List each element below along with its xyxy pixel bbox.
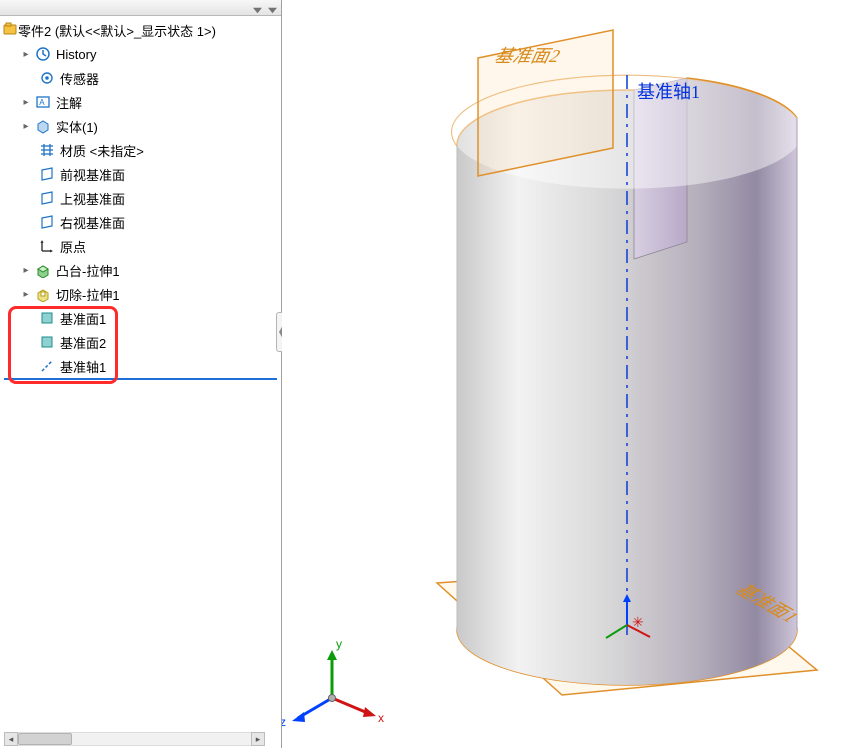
triad-z-label: z <box>282 715 286 729</box>
boss-extrude-icon <box>34 261 52 279</box>
tree-item-sensors[interactable]: 传感器 <box>0 66 281 90</box>
expander-icon[interactable]: ▸ <box>20 288 32 300</box>
viewport-svg: ✳ y x z <box>282 0 864 748</box>
tree-insertion-bar[interactable] <box>4 378 277 380</box>
origin-icon <box>38 237 56 255</box>
tree-item-label: 材质 <未指定> <box>60 141 144 160</box>
tree-part-root[interactable]: 零件2 (默认<<默认>_显示状态 1>) <box>0 18 281 42</box>
expander-placeholder <box>24 144 36 156</box>
datum-axis-icon <box>38 357 56 375</box>
history-icon <box>34 45 52 63</box>
part-icon <box>2 21 18 40</box>
cut-extrude-icon <box>34 285 52 303</box>
part-name-label: 零件2 (默认<<默认>_显示状态 1>) <box>18 21 216 40</box>
expander-icon[interactable]: ▸ <box>20 96 32 108</box>
tree-item-solid-bodies[interactable]: ▸ 实体(1) <box>0 114 281 138</box>
annotation-icon: A <box>34 93 52 111</box>
expander-placeholder <box>24 216 36 228</box>
svg-text:✳: ✳ <box>632 614 644 630</box>
scroll-right-button[interactable]: ▸ <box>251 732 265 746</box>
tree-item-datum-plane1[interactable]: 基准面1 <box>0 306 281 330</box>
tree-item-label: 传感器 <box>60 69 99 88</box>
expander-placeholder <box>24 360 36 372</box>
plane-icon <box>38 213 56 231</box>
dropdown-icon[interactable] <box>268 3 277 12</box>
tree-item-label: 前视基准面 <box>60 165 125 184</box>
tree-item-boss-extrude[interactable]: ▸ 凸台-拉伸1 <box>0 258 281 282</box>
tree-item-label: History <box>56 47 96 62</box>
tree-item-label: 原点 <box>60 237 86 256</box>
triad-x-label: x <box>378 711 384 725</box>
plane-icon <box>38 189 56 207</box>
tree-item-label: 切除-拉伸1 <box>56 285 120 304</box>
tree-item-label: 上视基准面 <box>60 189 125 208</box>
tree-item-label: 注解 <box>56 93 82 112</box>
datum-axis1-label[interactable]: 基准轴1 <box>637 78 700 104</box>
expander-placeholder <box>24 72 36 84</box>
triad-y-label: y <box>336 637 342 651</box>
tree-item-datum-axis1[interactable]: 基准轴1 <box>0 354 281 378</box>
plane-icon <box>38 165 56 183</box>
expander-placeholder <box>24 168 36 180</box>
feature-tree-panel: 零件2 (默认<<默认>_显示状态 1>) ▸ History 传感器 <box>0 0 282 748</box>
scroll-thumb[interactable] <box>18 733 72 745</box>
expander-placeholder <box>24 312 36 324</box>
tree-item-annotations[interactable]: ▸ A 注解 <box>0 90 281 114</box>
sensor-icon <box>38 69 56 87</box>
tree-toolbar <box>0 0 281 16</box>
tree-item-cut-extrude[interactable]: ▸ 切除-拉伸1 <box>0 282 281 306</box>
expander-placeholder <box>24 192 36 204</box>
horizontal-scrollbar[interactable]: ◂ ▸ <box>4 732 265 746</box>
tree-item-top-plane[interactable]: 上视基准面 <box>0 186 281 210</box>
tree-item-origin[interactable]: 原点 <box>0 234 281 258</box>
svg-text:A: A <box>39 98 45 107</box>
tree-item-datum-plane2[interactable]: 基准面2 <box>0 330 281 354</box>
expander-icon[interactable]: ▸ <box>20 264 32 276</box>
material-icon <box>38 141 56 159</box>
tree-item-history[interactable]: ▸ History <box>0 42 281 66</box>
expander-placeholder <box>24 336 36 348</box>
datum-plane2-label[interactable]: 基准面2 <box>491 42 566 68</box>
scroll-track[interactable] <box>18 732 251 746</box>
global-triad: y x z <box>282 637 384 729</box>
expander-icon[interactable]: ▸ <box>20 120 32 132</box>
graphics-viewport[interactable]: ✳ y x z 基准面2 基准轴1 基准面1 <box>282 0 864 748</box>
expander-icon[interactable]: ▸ <box>20 48 32 60</box>
tree-item-label: 实体(1) <box>56 117 98 136</box>
tree-item-label: 右视基准面 <box>60 213 125 232</box>
app-root: 零件2 (默认<<默认>_显示状态 1>) ▸ History 传感器 <box>0 0 864 748</box>
solid-body-icon <box>34 117 52 135</box>
tree-item-label: 基准面1 <box>60 309 106 328</box>
expander-placeholder <box>24 240 36 252</box>
tree-item-front-plane[interactable]: 前视基准面 <box>0 162 281 186</box>
datum-plane-icon <box>38 333 56 351</box>
tree-item-material[interactable]: 材质 <未指定> <box>0 138 281 162</box>
datum-plane-icon <box>38 309 56 327</box>
tree-item-right-plane[interactable]: 右视基准面 <box>0 210 281 234</box>
feature-tree: 零件2 (默认<<默认>_显示状态 1>) ▸ History 传感器 <box>0 16 281 748</box>
dropdown-icon[interactable] <box>253 3 262 12</box>
scroll-left-button[interactable]: ◂ <box>4 732 18 746</box>
tree-item-label: 凸台-拉伸1 <box>56 261 120 280</box>
tree-item-label: 基准面2 <box>60 333 106 352</box>
tree-item-label: 基准轴1 <box>60 357 106 376</box>
